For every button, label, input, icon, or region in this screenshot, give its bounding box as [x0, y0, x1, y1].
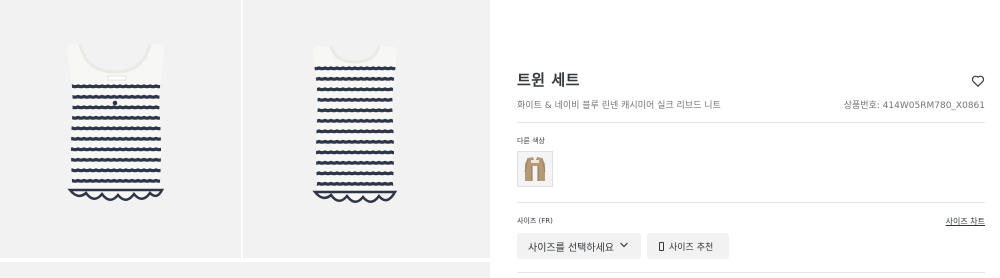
- knit-stripe: [66, 105, 164, 110]
- size-recommend-label: 사이즈 추천: [669, 242, 714, 253]
- size-select-placeholder: 사이즈를 선택하세요: [528, 242, 614, 254]
- tank-top-front-image: [66, 43, 165, 201]
- gallery-footer: [0, 262, 490, 278]
- knit-stripe: [313, 87, 397, 92]
- tank-top-back-image: [312, 45, 398, 203]
- product-info-panel: 트윈 세트 화이트 & 네이비 블루 린넨 캐시미어 실크 리브드 니트 상품번…: [517, 0, 985, 278]
- knit-stripe: [313, 97, 397, 102]
- divider: [517, 122, 985, 123]
- heart-icon[interactable]: [971, 73, 985, 88]
- knit-stripe: [313, 129, 397, 134]
- cardigan-thumbnail-icon: [524, 157, 546, 181]
- knit-stripe: [313, 181, 397, 186]
- size-label: 사이즈 (FR): [517, 217, 553, 225]
- chevron-down-icon: [620, 242, 628, 248]
- knit-stripe: [313, 160, 397, 165]
- color-swatch-beige[interactable]: [517, 151, 553, 187]
- product-image-front[interactable]: [0, 0, 241, 258]
- divider: [517, 272, 985, 273]
- knit-stripe: [313, 66, 397, 71]
- knit-stripe: [313, 150, 397, 155]
- knit-stripe: [313, 108, 397, 113]
- knit-stripe: [313, 139, 397, 144]
- knit-stripe: [313, 171, 397, 176]
- knit-stripe: [66, 126, 164, 131]
- knit-stripe: [66, 168, 164, 173]
- divider: [517, 202, 985, 203]
- knit-stripe: [66, 136, 164, 141]
- product-gallery: [0, 0, 490, 278]
- product-title: 트윈 세트: [517, 71, 580, 89]
- product-image-back[interactable]: [243, 0, 490, 258]
- other-colors-label: 다른 색상: [517, 137, 545, 145]
- knit-stripe: [66, 115, 164, 120]
- knit-stripe: [313, 118, 397, 123]
- knit-stripe: [66, 178, 164, 183]
- knit-stripe: [66, 147, 164, 152]
- ruler-icon: [659, 241, 664, 251]
- product-reference: 상품번호: 414W05RM780_X0861: [843, 101, 985, 111]
- knit-stripe: [66, 84, 164, 89]
- size-chart-link[interactable]: 사이즈 차트: [946, 216, 985, 227]
- knit-stripe: [66, 94, 164, 99]
- product-subtitle: 화이트 & 네이비 블루 린넨 캐시미어 실크 리브드 니트: [517, 101, 721, 111]
- size-select[interactable]: 사이즈를 선택하세요: [517, 233, 641, 259]
- knit-stripe: [313, 76, 397, 81]
- size-recommend-button[interactable]: 사이즈 추천: [647, 233, 729, 259]
- knit-stripe: [66, 157, 164, 162]
